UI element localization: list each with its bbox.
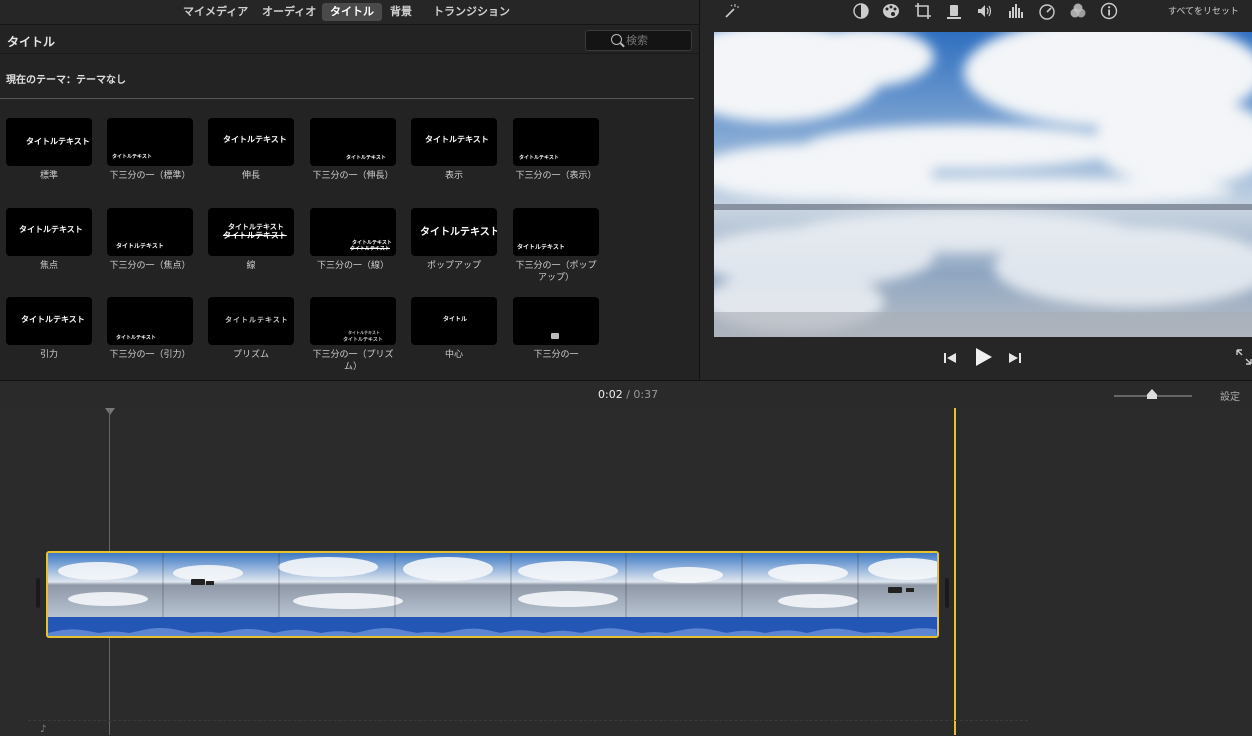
title-thumbnail: タイトルテキスト (6, 297, 92, 345)
title-thumbnail: タイトルテキスト (208, 118, 294, 166)
current-theme-label: 現在のテーマ：テーマなし (6, 75, 126, 86)
title-thumbnail (513, 297, 599, 345)
title-thumbnail: タイトルテキスト (6, 118, 92, 166)
play-button[interactable] (973, 347, 993, 367)
title-thumbnail: タイトル (411, 297, 497, 345)
salt-flat-landscape-image (714, 32, 1252, 337)
title-tile-label: 下三分の一（引力） (109, 350, 191, 360)
fullscreen-icon[interactable] (1236, 349, 1252, 365)
timecode-display: 0:02 / 0:37 (598, 388, 658, 401)
title-tile-lower-third-line[interactable]: タイトルテキスト タイトルテキスト 下三分の一（線） (310, 208, 396, 272)
settings-button[interactable]: 設定 (1220, 388, 1240, 403)
browser-title: タイトル (7, 35, 56, 49)
tab-titles[interactable]: タイトル (322, 3, 382, 21)
title-tile-label: 下三分の一（プリズム） (312, 350, 394, 372)
previous-button[interactable] (943, 351, 957, 365)
title-tile-label: 下三分の一 (533, 350, 579, 360)
title-tile-lower-third-expand[interactable]: タイトルテキスト 下三分の一（伸長） (310, 118, 396, 182)
playhead-handle[interactable] (105, 408, 115, 415)
title-tile-label: 下三分の一（表示） (515, 171, 597, 181)
title-thumbnail: タイトルテキスト (107, 118, 193, 166)
clip-trim-handle-right[interactable] (945, 578, 949, 608)
title-tile-focus[interactable]: タイトルテキスト 焦点 (6, 208, 92, 272)
title-tile-label: 下三分の一（焦点） (109, 261, 191, 271)
title-tile-center[interactable]: タイトル 中心 (411, 297, 497, 361)
title-thumbnail: タイトルテキスト (411, 118, 497, 166)
title-tile-gravity[interactable]: タイトルテキスト 引力 (6, 297, 92, 361)
noise-reduction-icon[interactable] (1007, 2, 1025, 20)
title-tile-standard[interactable]: タイトルテキスト 標準 (6, 118, 92, 182)
magic-wand-icon[interactable] (722, 2, 740, 20)
title-tile-line[interactable]: タイトルテキスト タイトルテキスト 線 (208, 208, 294, 272)
title-thumbnail: タイトルテキスト (6, 208, 92, 256)
total-time: 0:37 (633, 388, 659, 401)
color-correction-icon[interactable] (882, 2, 900, 20)
info-icon[interactable] (1100, 2, 1118, 20)
title-tile-prism[interactable]: タイトルテキスト プリズム (208, 297, 294, 361)
browser-tab-bar: マイメディア オーディオ タイトル 背景 トランジション (0, 0, 699, 25)
crop-icon[interactable] (914, 2, 932, 20)
title-thumbnail: タイトルテキスト (513, 208, 599, 256)
title-tile-expand[interactable]: タイトルテキスト 伸長 (208, 118, 294, 182)
title-thumbnail: タイトルテキスト (107, 297, 193, 345)
title-tile-lower-third-prism[interactable]: タイトルテキスト タイトルテキスト 下三分の一（プリズム） (310, 297, 396, 373)
title-tile-label: 下三分の一（ポップアップ） (515, 261, 597, 283)
clip-filmstrip (48, 553, 937, 617)
title-thumbnail: タイトルテキスト タイトルテキスト (310, 208, 396, 256)
title-tile-label: 伸長 (241, 171, 260, 181)
title-tile-label: 標準 (39, 171, 58, 181)
volume-icon[interactable] (976, 2, 994, 20)
tab-transitions[interactable]: トランジション (425, 3, 518, 21)
search-input[interactable] (626, 32, 686, 48)
title-tile-label: 線 (246, 261, 256, 271)
tab-my-media[interactable]: マイメディア (175, 3, 256, 21)
search-icon (611, 34, 622, 45)
speed-icon[interactable] (1038, 2, 1056, 20)
title-thumbnail: タイトルテキスト (310, 118, 396, 166)
title-tile-lower-third[interactable]: 下三分の一 (513, 297, 599, 361)
audio-waveform (48, 617, 937, 636)
title-tile-popup[interactable]: タイトルテキスト ポップアップ (411, 208, 497, 272)
title-tile-lower-third-standard[interactable]: タイトルテキスト 下三分の一（標準） (107, 118, 193, 182)
search-field[interactable] (585, 30, 692, 51)
divider (0, 53, 699, 54)
video-clip[interactable] (46, 551, 939, 638)
title-tile-lower-third-focus[interactable]: タイトルテキスト 下三分の一（焦点） (107, 208, 193, 272)
title-tile-label: 引力 (39, 350, 58, 360)
skimmer-line (954, 408, 956, 735)
title-tile-lower-third-gravity[interactable]: タイトルテキスト 下三分の一（引力） (107, 297, 193, 361)
title-tile-lower-third-reveal[interactable]: タイトルテキスト 下三分の一（表示） (513, 118, 599, 182)
waveform-graphic (48, 628, 937, 636)
title-tile-label: ポップアップ (426, 261, 481, 271)
music-track-area[interactable] (28, 720, 1028, 736)
clip-trim-handle-left[interactable] (36, 578, 40, 608)
title-tile-reveal[interactable]: タイトルテキスト 表示 (411, 118, 497, 182)
title-tile-label: 中心 (444, 350, 463, 360)
color-balance-icon[interactable] (852, 2, 870, 20)
title-tile-label: プリズム (232, 350, 269, 360)
tab-backgrounds[interactable]: 背景 (382, 3, 420, 21)
music-note-icon: ♪ (40, 724, 47, 735)
tab-audio[interactable]: オーディオ (254, 3, 324, 21)
title-tile-lower-third-popup[interactable]: タイトルテキスト 下三分の一（ポップアップ） (513, 208, 599, 284)
title-tile-label: 下三分の一（標準） (109, 171, 191, 181)
video-preview (714, 32, 1252, 337)
title-thumbnail: タイトルテキスト (107, 208, 193, 256)
next-button[interactable] (1008, 351, 1022, 365)
title-tile-label: 表示 (444, 171, 463, 181)
title-thumbnail: タイトルテキスト タイトルテキスト (208, 208, 294, 256)
time-separator: / (626, 388, 630, 401)
title-thumbnail: タイトルテキスト (513, 118, 599, 166)
clip-filter-icon[interactable] (1069, 2, 1087, 20)
current-time: 0:02 (598, 388, 623, 401)
title-tile-label: 下三分の一（線） (316, 261, 389, 271)
title-thumbnail: タイトルテキスト (411, 208, 497, 256)
title-tile-label: 焦点 (39, 261, 58, 271)
title-thumbnail: タイトルテキスト (208, 297, 294, 345)
stabilization-icon[interactable] (945, 2, 963, 20)
divider (0, 98, 694, 99)
title-thumbnail: タイトルテキスト タイトルテキスト (310, 297, 396, 345)
title-tile-label: 下三分の一（伸長） (312, 171, 394, 181)
reset-all-button[interactable]: すべてをリセット (1168, 4, 1239, 17)
